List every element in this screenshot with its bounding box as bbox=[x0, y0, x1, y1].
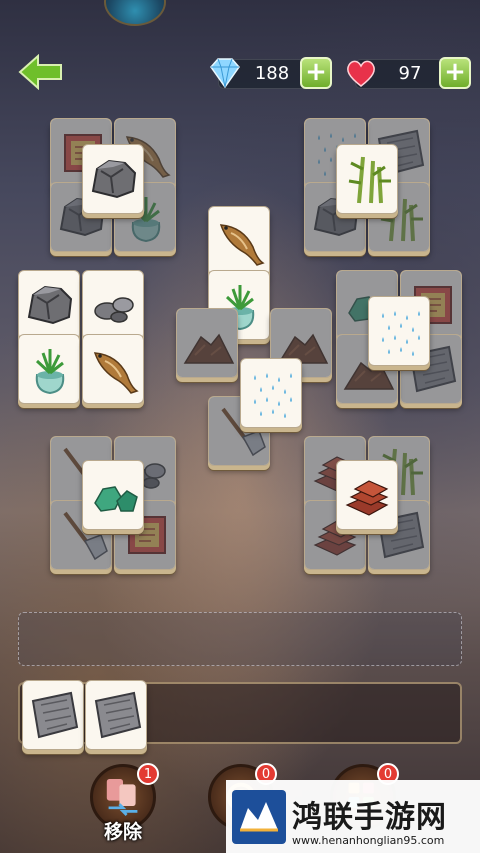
tray-tile-tablet bbox=[22, 680, 84, 750]
tile-rock[interactable] bbox=[18, 270, 80, 340]
remove-tool-button[interactable]: 1 移除 bbox=[90, 763, 159, 843]
heart-icon bbox=[347, 60, 375, 87]
lives-count: 97 bbox=[398, 63, 422, 84]
tile-pebbles[interactable] bbox=[82, 270, 144, 340]
tile-fish[interactable] bbox=[208, 206, 270, 276]
add-lives-button[interactable]: + bbox=[439, 57, 471, 89]
rain-icon bbox=[382, 311, 420, 356]
potted-plant-icon bbox=[35, 349, 65, 395]
watermark-url: www.henanhonglian95.com bbox=[292, 834, 445, 847]
dirt-pile-icon bbox=[183, 333, 235, 364]
bamboo-icon bbox=[348, 156, 391, 204]
pebbles-icon bbox=[94, 297, 134, 323]
gem-counter: 188 + bbox=[210, 57, 332, 89]
tile-dirt bbox=[176, 308, 238, 378]
remove-count-badge: 1 bbox=[137, 763, 159, 785]
tile-jade[interactable] bbox=[82, 460, 144, 530]
rain-icon bbox=[254, 373, 292, 418]
character-avatar-icon bbox=[104, 0, 166, 26]
tile-bamboo[interactable] bbox=[336, 144, 398, 214]
stone-tablet-icon bbox=[31, 691, 79, 739]
tile-rock[interactable] bbox=[82, 144, 144, 214]
back-arrow-icon bbox=[18, 53, 62, 91]
rock-icon bbox=[27, 285, 73, 325]
remove-label: 移除 bbox=[103, 821, 142, 843]
fish-icon bbox=[93, 352, 139, 394]
tile-rain[interactable] bbox=[240, 358, 302, 428]
site-watermark: 鸿联手游网 www.henanhonglian95.com bbox=[226, 780, 480, 853]
game-board: 188 + 97 + 1 移除 0 撤 bbox=[0, 0, 480, 853]
jade-icon bbox=[94, 486, 138, 512]
back-arrow-button[interactable] bbox=[18, 53, 64, 91]
add-gems-button[interactable]: + bbox=[300, 57, 332, 89]
bricks-icon bbox=[345, 480, 389, 516]
watermark-title: 鸿联手游网 bbox=[292, 800, 447, 835]
tile-slot-area bbox=[18, 612, 462, 666]
rock-icon bbox=[91, 159, 137, 199]
tray-tile-tablet bbox=[85, 680, 147, 750]
site-logo-icon bbox=[232, 790, 286, 844]
gem-count: 188 bbox=[254, 63, 290, 84]
tile-fish[interactable] bbox=[82, 334, 144, 404]
lives-counter: 97 + bbox=[347, 57, 471, 89]
tile-tray bbox=[18, 680, 462, 750]
fish-icon bbox=[219, 224, 265, 266]
tile-bricks[interactable] bbox=[336, 460, 398, 530]
stone-tablet-icon bbox=[94, 691, 142, 739]
diamond-icon bbox=[210, 58, 240, 89]
tile-plant[interactable] bbox=[18, 334, 80, 404]
tile-rain[interactable] bbox=[368, 296, 430, 366]
